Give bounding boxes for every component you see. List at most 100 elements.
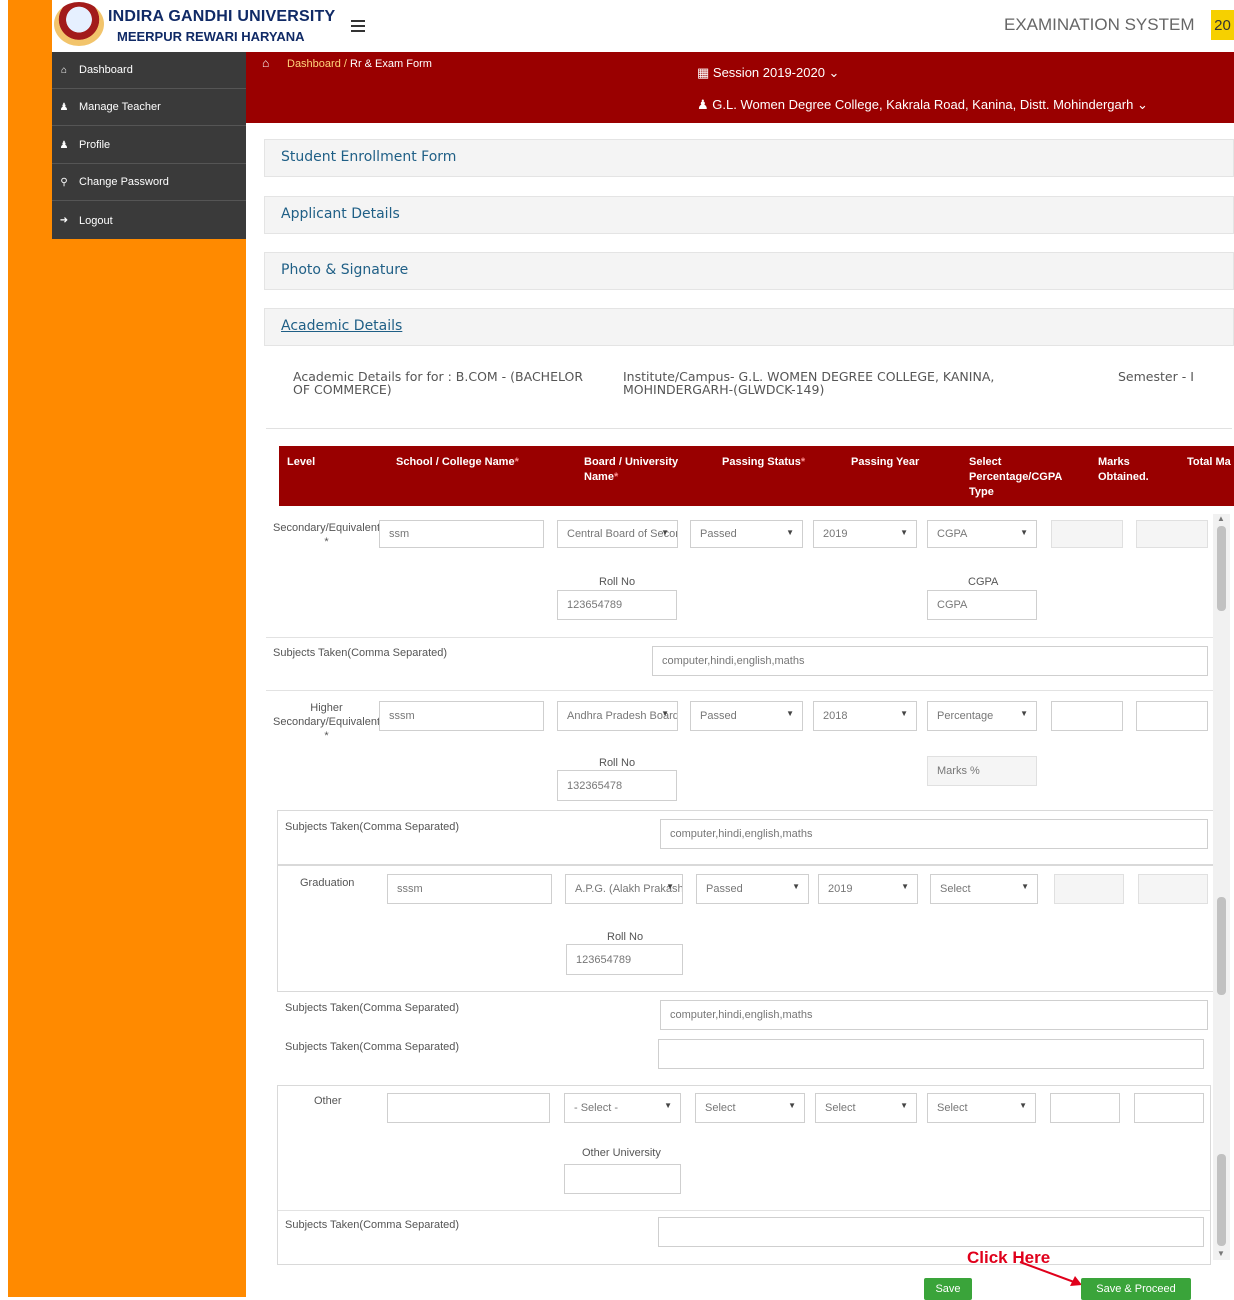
- dropdown-arrow-icon: ▼: [1020, 709, 1028, 718]
- dropdown-arrow-icon: ▼: [1020, 528, 1028, 537]
- score-type-select[interactable]: CGPA ▼: [927, 520, 1037, 548]
- board-select[interactable]: Andhra Pradesh Board ▼: [557, 701, 678, 731]
- sidebar-item-change-password[interactable]: ⚲ Change Password: [52, 164, 246, 201]
- sidebar-item-label: Change Password: [79, 176, 169, 188]
- dropdown-arrow-icon: ▼: [664, 1101, 672, 1110]
- subjects-input[interactable]: computer,hindi,english,maths: [660, 1000, 1208, 1030]
- users-icon: ♟: [59, 139, 69, 151]
- passing-year-select[interactable]: Select ▼: [815, 1093, 917, 1123]
- sidebar-item-dashboard[interactable]: ⌂ Dashboard: [52, 52, 246, 89]
- roll-no-input[interactable]: 132365478: [557, 770, 677, 801]
- subjects-input[interactable]: [658, 1217, 1204, 1247]
- course-info: Academic Details for for : B.COM - (BACH…: [293, 369, 584, 397]
- row-divider: [278, 1210, 1210, 1211]
- sidebar-item-manage-teacher[interactable]: ♟ Manage Teacher: [52, 89, 246, 126]
- dropdown-arrow-icon: ▼: [1021, 882, 1029, 891]
- marks-obtained-input[interactable]: [1054, 874, 1124, 904]
- scrollbar-thumb[interactable]: [1217, 526, 1226, 611]
- breadcrumb: Dashboard / Rr & Exam Form: [287, 58, 432, 70]
- score-type-select[interactable]: Percentage ▼: [927, 701, 1037, 731]
- breadcrumb-dashboard-link[interactable]: Dashboard: [287, 58, 341, 70]
- university-location: MEERPUR REWARI HARYANA: [117, 29, 305, 44]
- board-select[interactable]: A.P.G. (Alakh Prakash Goyal)▼: [565, 874, 683, 904]
- passing-year-select[interactable]: 2018 ▼: [813, 701, 917, 731]
- roll-no-input[interactable]: 123654789: [557, 590, 677, 620]
- semester-info: Semester - I: [1118, 369, 1194, 384]
- university-name: INDIRA GANDHI UNIVERSITY: [108, 8, 336, 25]
- sidebar-item-logout[interactable]: ➜ Logout: [52, 202, 246, 239]
- school-name-input[interactable]: ssm: [379, 520, 544, 548]
- table-scrollbar[interactable]: ▲ ▼: [1213, 514, 1230, 1260]
- score-type-select[interactable]: Select ▼: [927, 1093, 1036, 1123]
- passing-year-select[interactable]: 2019 ▼: [813, 520, 917, 548]
- marks-obtained-input[interactable]: [1051, 520, 1123, 548]
- panel-applicant-details[interactable]: Applicant Details: [264, 196, 1234, 234]
- panel-title: Photo & Signature: [281, 262, 409, 278]
- passing-year-select[interactable]: 2019 ▼: [818, 874, 918, 904]
- dropdown-arrow-icon: ▼: [661, 709, 669, 718]
- header-total-marks: Total Ma: [1187, 456, 1231, 468]
- board-select[interactable]: - Select - ▼: [564, 1093, 681, 1123]
- dropdown-arrow-icon: ▼: [786, 709, 794, 718]
- panel-title: Academic Details: [281, 318, 403, 334]
- user-icon: ♟: [697, 97, 713, 112]
- calendar-icon: ▦: [697, 65, 713, 80]
- board-select[interactable]: Central Board of Secondary▼: [557, 520, 678, 548]
- sidebar-item-label: Dashboard: [79, 64, 133, 76]
- dropdown-arrow-icon: ▼: [900, 528, 908, 537]
- passing-status-select[interactable]: Select ▼: [695, 1093, 805, 1123]
- subjects-label: Subjects Taken(Comma Separated): [285, 1002, 460, 1014]
- subjects-input[interactable]: computer,hindi,english,maths: [660, 819, 1208, 849]
- breadcrumb-separator: /: [340, 58, 350, 70]
- roll-no-input[interactable]: 123654789: [566, 944, 683, 975]
- logout-icon: ➜: [59, 215, 69, 226]
- scrollbar-thumb[interactable]: [1217, 1154, 1226, 1246]
- row-divider: [266, 637, 1214, 638]
- subjects-label: Subjects Taken(Comma Separated): [285, 821, 460, 833]
- university-logo: [54, 2, 104, 46]
- header-school: School / College Name*: [396, 456, 519, 468]
- other-university-input[interactable]: [564, 1164, 681, 1194]
- school-name-input[interactable]: sssm: [387, 874, 552, 904]
- institute-info: Institute/Campus- G.L. WOMEN DEGREE COLL…: [623, 369, 995, 397]
- scroll-up-icon[interactable]: ▲: [1217, 514, 1225, 523]
- total-marks-input[interactable]: [1136, 520, 1208, 548]
- panel-photo-signature[interactable]: Photo & Signature: [264, 252, 1234, 290]
- marks-obtained-input[interactable]: [1050, 1093, 1120, 1123]
- subjects-label: Subjects Taken(Comma Separated): [285, 1219, 460, 1231]
- level-higher-secondary: Higher Secondary/Equivalent *: [273, 702, 381, 742]
- passing-status-select[interactable]: Passed ▼: [696, 874, 809, 904]
- total-marks-input[interactable]: [1134, 1093, 1204, 1123]
- panel-academic-details[interactable]: Academic Details: [264, 308, 1234, 346]
- college-selector[interactable]: ♟ G.L. Women Degree College, Kakrala Roa…: [697, 97, 1148, 113]
- college-label: G.L. Women Degree College, Kakrala Road,…: [712, 97, 1134, 112]
- cgpa-input[interactable]: CGPA: [927, 590, 1037, 620]
- menu-toggle-icon[interactable]: [351, 20, 365, 32]
- other-university-label: Other University: [582, 1147, 661, 1159]
- total-marks-input[interactable]: [1136, 701, 1208, 731]
- panel-title: Student Enrollment Form: [281, 149, 457, 165]
- dropdown-arrow-icon: ▼: [792, 882, 800, 891]
- sidebar-item-profile[interactable]: ♟ Profile: [52, 127, 246, 164]
- passing-status-select[interactable]: Passed ▼: [690, 520, 803, 548]
- passing-status-select[interactable]: Passed ▼: [690, 701, 803, 731]
- roll-no-label: Roll No: [599, 757, 636, 769]
- level-secondary: Secondary/Equivalent *: [273, 522, 381, 548]
- header-select-type: Select Percentage/CGPA Type: [969, 456, 1062, 498]
- level-graduation: Graduation: [300, 877, 355, 889]
- scroll-down-icon[interactable]: ▼: [1217, 1249, 1225, 1258]
- marks-obtained-input[interactable]: [1051, 701, 1123, 731]
- total-marks-input[interactable]: [1138, 874, 1208, 904]
- header-passing-year: Passing Year: [851, 456, 920, 468]
- scrollbar-thumb[interactable]: [1217, 897, 1226, 995]
- academic-info-card: Academic Details for for : B.COM - (BACH…: [266, 358, 1232, 429]
- session-selector[interactable]: ▦ Session 2019-2020 ⌄: [697, 65, 839, 81]
- marks-percent-input[interactable]: Marks %: [927, 756, 1037, 786]
- subjects-input[interactable]: computer,hindi,english,maths: [652, 646, 1208, 676]
- school-name-input[interactable]: [387, 1093, 550, 1123]
- subjects-input-2[interactable]: [658, 1039, 1204, 1069]
- panel-student-enrollment[interactable]: Student Enrollment Form: [264, 139, 1234, 177]
- school-name-input[interactable]: sssm: [379, 701, 544, 731]
- score-type-select[interactable]: Select ▼: [930, 874, 1038, 904]
- academic-table-header: Level School / College Name* Board / Uni…: [279, 446, 1234, 506]
